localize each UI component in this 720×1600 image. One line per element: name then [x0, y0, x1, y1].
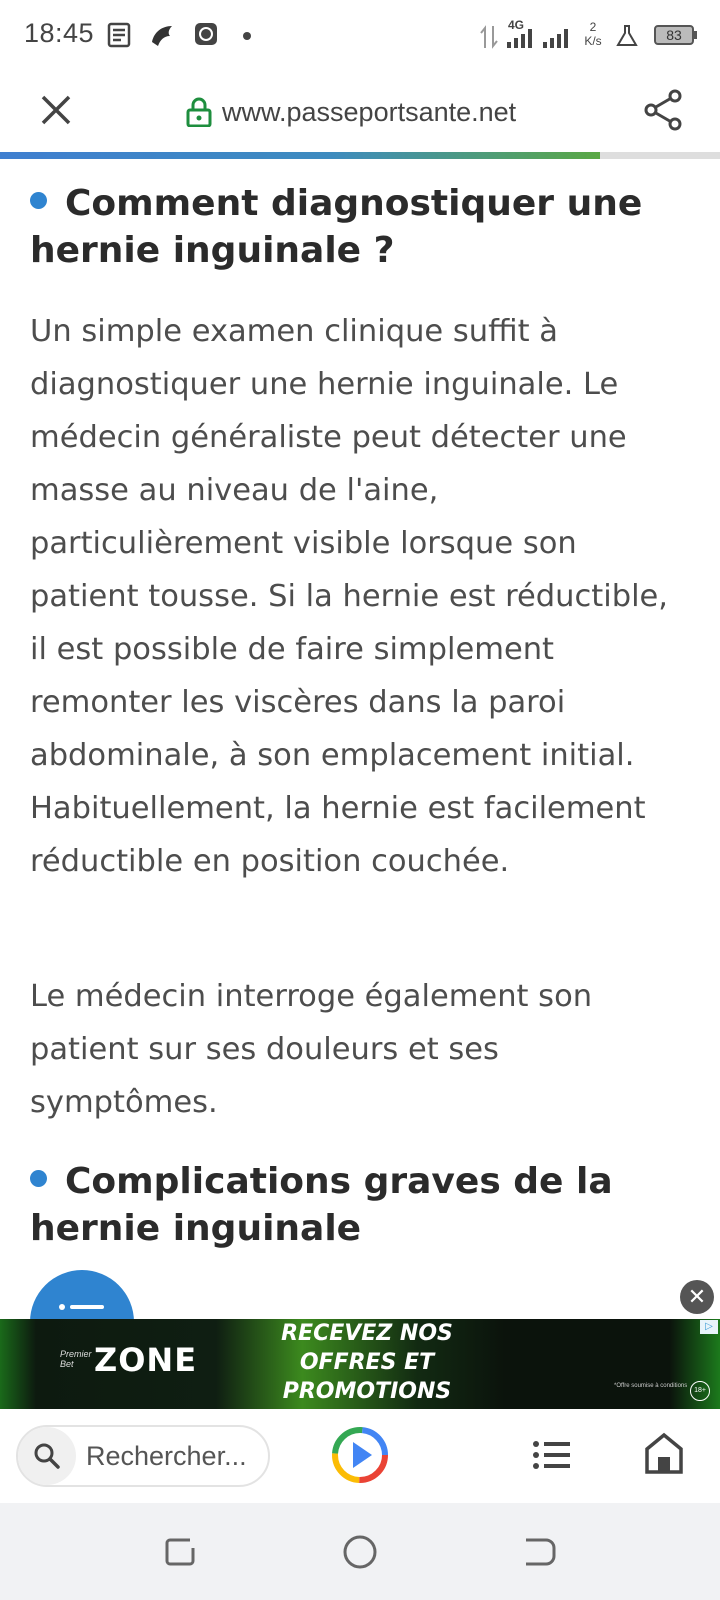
flask-icon — [616, 25, 638, 46]
ad-age-badge: 18+ — [690, 1381, 710, 1401]
heading-text: Comment diagnostiquer une hernie inguina… — [30, 183, 643, 271]
paragraph: Un simple examen clinique suffit à diagn… — [30, 314, 668, 879]
ad-fine-print: *Offre soumise à conditions — [614, 1383, 688, 1389]
heading-text: Complications graves de la hernie inguin… — [30, 1161, 613, 1249]
speed-unit: K/s — [584, 34, 602, 48]
ad-brand-line: Premier — [60, 1349, 92, 1359]
status-time: 18:45 — [24, 18, 95, 48]
bird-app-icon — [152, 26, 172, 46]
ad-brand-small: Premier Bet — [60, 1349, 92, 1369]
home-icon[interactable] — [644, 1431, 684, 1475]
section-heading: Complications graves de la hernie inguin… — [30, 1158, 690, 1252]
ad-headline-line: PROMOTIONS — [282, 1379, 452, 1404]
section-heading: Comment diagnostiquer une hernie inguina… — [30, 180, 690, 274]
battery-tip — [694, 31, 697, 39]
bottom-toolbar: Rechercher... — [0, 1409, 720, 1503]
paragraph: Le médecin interroge également son patie… — [30, 979, 593, 1120]
home-circle-icon[interactable] — [340, 1532, 380, 1572]
lock-icon — [186, 97, 212, 127]
signal-icon — [543, 29, 568, 48]
recent-apps-icon[interactable] — [160, 1532, 200, 1572]
article-content: Comment diagnostiquer une hernie inguina… — [0, 159, 720, 1319]
close-circle-icon[interactable]: ✕ — [680, 1280, 714, 1314]
battery-icon: 83 — [654, 25, 694, 45]
news-icon — [107, 22, 131, 48]
ad-headline-line: OFFRES ET — [299, 1350, 435, 1375]
speed-value: 2 — [589, 20, 597, 34]
url-field[interactable]: www.passeportsante.net — [186, 94, 516, 130]
dot-icon — [243, 32, 251, 40]
close-icon[interactable] — [36, 90, 76, 130]
ad-banner[interactable]: Premier Bet ZONE RECEVEZ NOS OFFRES ET P… — [0, 1319, 720, 1409]
search-placeholder: Rechercher... — [86, 1440, 247, 1471]
play-icon[interactable] — [330, 1425, 390, 1485]
bitcoin-app-icon — [195, 23, 217, 45]
ad-headline-line: RECEVEZ NOS — [281, 1321, 453, 1346]
share-icon[interactable] — [642, 88, 686, 132]
network-speed: 2 K/s — [580, 20, 606, 48]
adchoices-icon[interactable]: ▷ — [700, 1320, 718, 1334]
status-bar: 18:45 4G 2 K/s 83 — [0, 0, 720, 72]
data-arrows-icon — [480, 25, 498, 49]
list-icon[interactable] — [532, 1437, 572, 1473]
signal-icon — [507, 29, 532, 48]
search-icon — [18, 1427, 76, 1485]
ad-headline: RECEVEZ NOS OFFRES ET PROMOTIONS — [262, 1319, 472, 1406]
url-text: www.passeportsante.net — [222, 96, 517, 127]
page-load-progress-fill — [0, 152, 600, 159]
search-input[interactable]: Rechercher... — [16, 1425, 270, 1487]
ad-brand-line: Bet — [60, 1359, 74, 1369]
back-icon[interactable] — [520, 1532, 560, 1572]
browser-url-bar: www.passeportsante.net — [0, 72, 720, 152]
bullet-icon — [30, 1170, 47, 1187]
bullet-icon — [30, 192, 47, 209]
page-load-progress — [0, 152, 720, 159]
ad-brand-logo: ZONE — [94, 1341, 198, 1379]
system-nav-bar — [0, 1503, 720, 1600]
